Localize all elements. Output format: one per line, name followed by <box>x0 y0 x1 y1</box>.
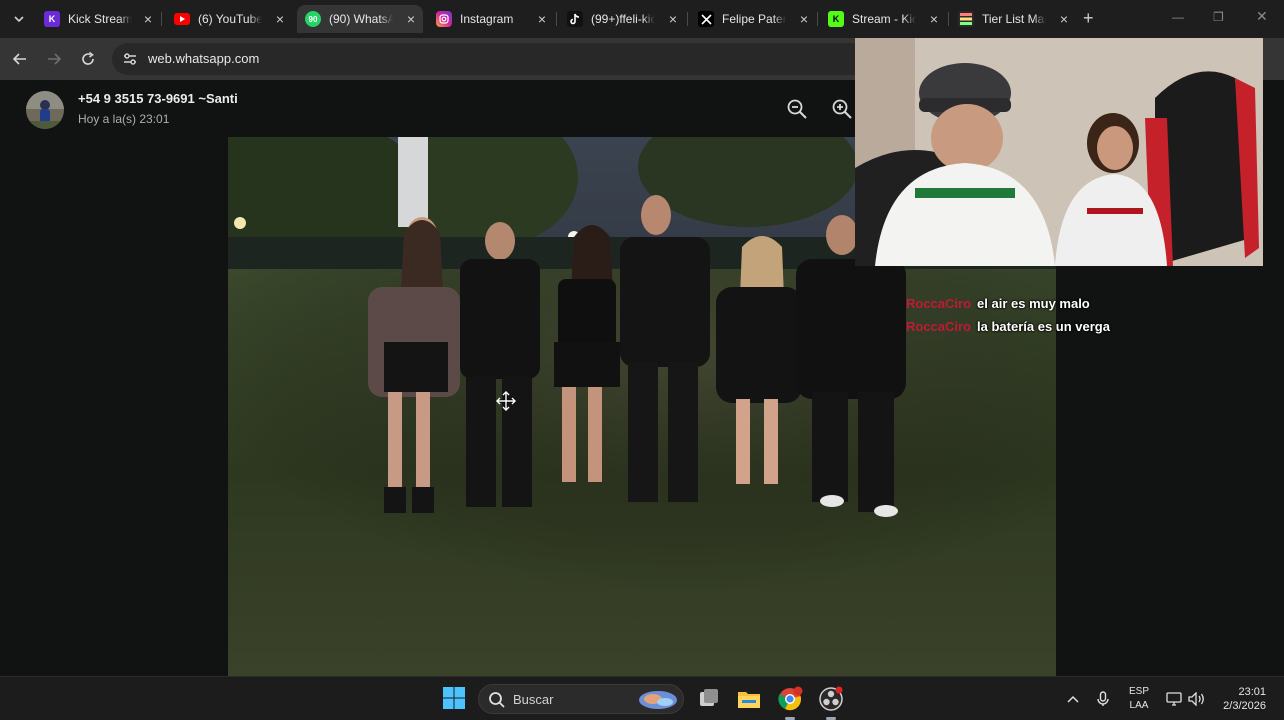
windows-start-icon[interactable] <box>442 686 468 712</box>
youtube-icon <box>174 11 190 27</box>
forward-arrow-icon[interactable] <box>44 49 64 69</box>
chat-message: RoccaCiro la batería es un verga <box>906 315 1110 338</box>
system-clock[interactable]: 23:01 2/3/2026 <box>1223 685 1266 713</box>
tab-label: Instagram <box>460 12 514 26</box>
kick-purple-icon: K <box>44 11 60 27</box>
show-hidden-icons-chevron-icon[interactable] <box>1064 677 1082 720</box>
contact-name: +54 9 3515 73-9691 ~Santi <box>78 91 238 106</box>
instagram-icon <box>436 11 452 27</box>
close-icon[interactable]: × <box>669 11 677 27</box>
site-info-tune-icon[interactable] <box>122 51 138 67</box>
close-icon[interactable]: × <box>538 11 546 27</box>
close-icon[interactable]: × <box>144 11 152 27</box>
microphone-icon[interactable] <box>1094 677 1112 720</box>
obs-studio-icon[interactable] <box>818 686 844 712</box>
search-highlight-icon <box>637 689 679 711</box>
network-monitor-icon[interactable] <box>1164 677 1184 720</box>
tab-instagram[interactable]: Instagram × <box>428 5 554 33</box>
tiktok-icon <box>567 11 583 27</box>
tab-label: Kick Streaming <box>68 12 132 26</box>
tab-label: (6) YouTube <box>198 12 262 26</box>
kick-green-icon: K <box>828 11 844 27</box>
close-icon[interactable]: × <box>800 11 808 27</box>
close-icon[interactable]: × <box>276 11 284 27</box>
zoom-out-icon[interactable] <box>786 98 808 120</box>
tab-x[interactable]: Felipe Patern × <box>690 5 816 33</box>
chat-text: la batería es un verga <box>977 319 1110 334</box>
minimize-icon[interactable]: — <box>1172 10 1184 24</box>
close-icon[interactable]: × <box>1060 11 1068 27</box>
taskbar-search-box[interactable]: Buscar <box>478 684 684 714</box>
whatsapp-badge-icon: 90 <box>305 11 321 27</box>
tab-label: Tier List Maker <box>982 12 1046 26</box>
clock-date: 2/3/2026 <box>1223 700 1266 712</box>
streamer-webcam-overlay <box>855 38 1263 266</box>
restore-icon[interactable]: ❐ <box>1213 10 1224 24</box>
chat-username: RoccaCiro <box>906 319 972 334</box>
new-tab-plus-icon[interactable]: + <box>1083 9 1094 27</box>
screen: K Kick Streaming × (6) YouTube × 90 (90)… <box>0 0 1284 720</box>
tab-label: (90) WhatsApp <box>329 12 393 26</box>
tab-kick-streaming[interactable]: K Kick Streaming × <box>36 5 160 33</box>
close-icon[interactable]: × <box>930 11 938 27</box>
tab-search-chevron-icon[interactable] <box>8 9 30 29</box>
chat-username: RoccaCiro <box>906 296 972 311</box>
chrome-icon[interactable] <box>777 686 803 712</box>
clock-time: 23:01 <box>1238 686 1266 698</box>
tab-label: Felipe Patern <box>722 12 786 26</box>
chat-text: el air es muy malo <box>977 296 1090 311</box>
tab-tier-list[interactable]: Tier List Maker × <box>950 5 1076 33</box>
tab-kick-stream[interactable]: K Stream - Kick × <box>820 5 946 33</box>
tab-label: Stream - Kick <box>852 12 916 26</box>
reload-icon[interactable] <box>78 49 98 69</box>
address-bar[interactable]: web.whatsapp.com <box>112 43 872 75</box>
tab-youtube[interactable]: (6) YouTube × <box>166 5 292 33</box>
language-indicator[interactable]: ESP LAA <box>1126 685 1152 713</box>
avatar[interactable] <box>26 91 64 129</box>
tierlist-icon <box>958 11 974 27</box>
back-arrow-icon[interactable] <box>10 49 30 69</box>
close-icon[interactable]: × <box>407 11 415 27</box>
task-view-icon[interactable] <box>696 686 722 712</box>
keyboard-layout: LAA <box>1129 700 1149 711</box>
url-text: web.whatsapp.com <box>148 51 260 66</box>
message-timestamp: Hoy a la(s) 23:01 <box>78 112 170 126</box>
tab-tiktok[interactable]: (99+)ffeli-kick × <box>559 5 685 33</box>
tab-whatsapp[interactable]: 90 (90) WhatsApp × <box>297 5 423 33</box>
stream-chat-overlay: RoccaCiro el air es muy malo RoccaCiro la … <box>906 292 1110 338</box>
zoom-in-icon[interactable] <box>831 98 853 120</box>
chat-message: RoccaCiro el air es muy malo <box>906 292 1110 315</box>
volume-icon[interactable] <box>1187 677 1207 720</box>
language-code: ESP <box>1128 686 1149 697</box>
windows-taskbar: Buscar ESP LAA 23:01 2/3/2026 <box>0 676 1284 720</box>
close-window-icon[interactable]: ✕ <box>1256 8 1268 25</box>
tab-label: (99+)ffeli-kick <box>591 12 655 26</box>
file-explorer-icon[interactable] <box>736 686 762 712</box>
move-cursor-icon <box>496 391 516 411</box>
x-icon <box>698 11 714 27</box>
search-placeholder: Buscar <box>513 692 554 707</box>
search-icon <box>488 691 506 709</box>
browser-tab-strip: K Kick Streaming × (6) YouTube × 90 (90)… <box>0 0 1284 38</box>
